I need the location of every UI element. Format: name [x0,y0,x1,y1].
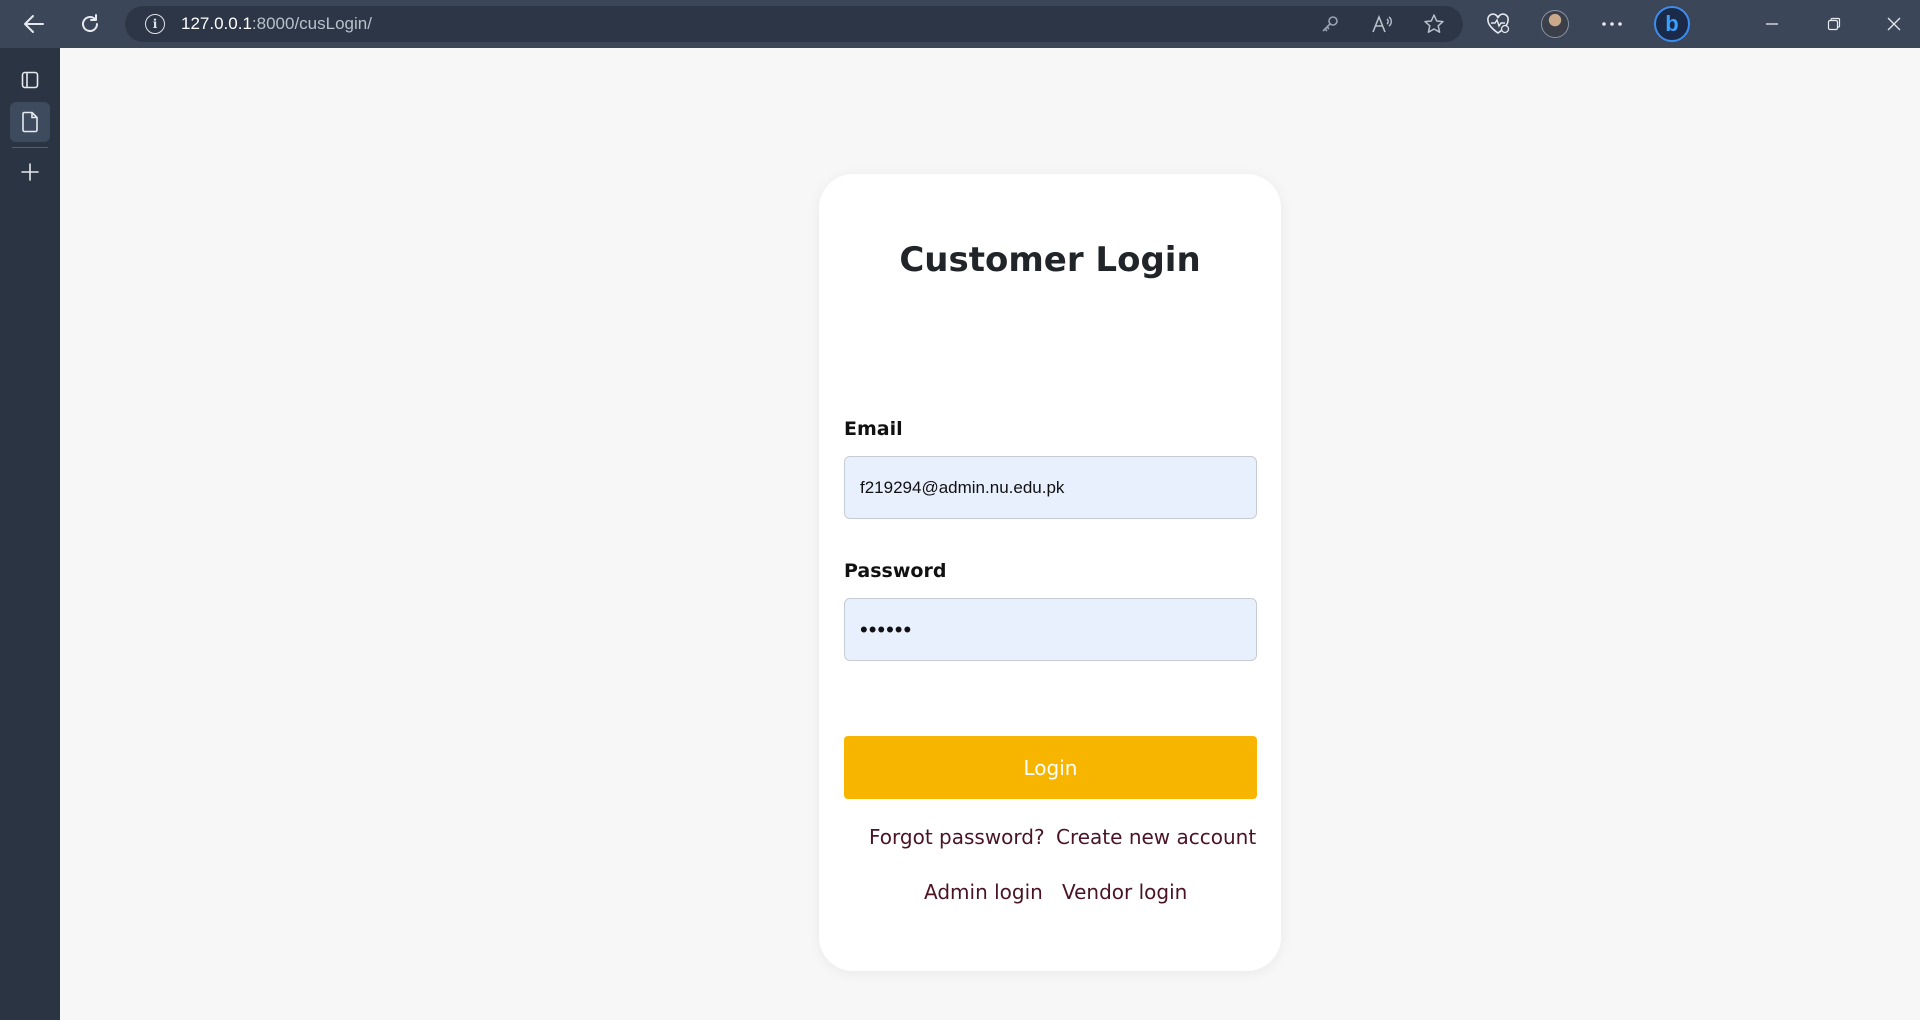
admin-login-link[interactable]: Admin login [924,880,1043,904]
password-label: Password [844,560,947,582]
login-button[interactable]: Login [844,736,1257,799]
back-arrow-icon[interactable] [14,4,54,44]
password-field[interactable] [844,598,1257,661]
browser-essentials-icon[interactable] [1478,4,1518,44]
close-icon[interactable] [1874,4,1914,44]
more-options-icon[interactable] [1592,4,1632,44]
email-field[interactable] [844,456,1257,519]
vertical-tabs-sidebar [0,48,60,1020]
email-label: Email [844,418,903,440]
new-tab-plus-icon[interactable] [10,152,50,192]
create-account-link[interactable]: Create new account [1056,825,1256,849]
login-card: Customer Login Email Password Login Forg… [819,174,1281,971]
url-text[interactable]: 127.0.0.1:8000/cusLogin/ [181,14,372,34]
restore-icon[interactable] [1814,4,1854,44]
avatar [1541,10,1569,38]
page-title: Customer Login [899,240,1201,280]
sidebar-divider [12,147,48,148]
page-icon[interactable] [10,102,50,142]
read-aloud-icon[interactable] [1371,13,1393,35]
site-info-icon[interactable]: i [145,14,165,34]
tab-actions-icon[interactable] [10,60,50,100]
page-content: Customer Login Email Password Login Forg… [60,48,1920,1020]
forgot-password-link[interactable]: Forgot password? [869,825,1045,849]
address-bar[interactable]: i 127.0.0.1:8000/cusLogin/ [125,6,1463,42]
bing-copilot-icon[interactable]: b [1652,4,1692,44]
profile-avatar[interactable] [1535,4,1575,44]
reload-icon[interactable] [70,4,110,44]
favorite-star-icon[interactable] [1423,13,1445,35]
minimize-icon[interactable] [1752,4,1792,44]
key-icon[interactable] [1319,13,1341,35]
vendor-login-link[interactable]: Vendor login [1062,880,1187,904]
browser-toolbar: i 127.0.0.1:8000/cusLogin/ b [0,0,1920,48]
